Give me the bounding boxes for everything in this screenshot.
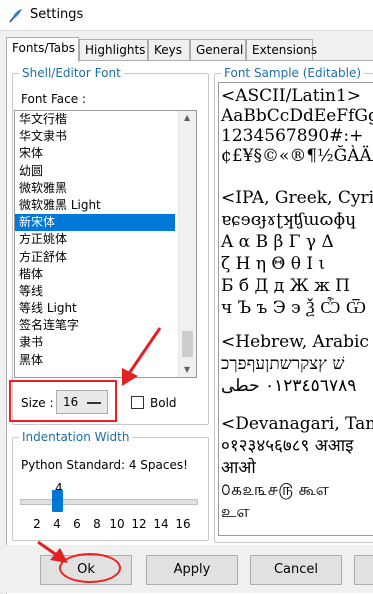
annotation-arrowhead xyxy=(50,548,68,563)
annotation-arrow-line xyxy=(126,327,162,376)
tab-fonts-tabs[interactable]: Fonts/Tabs xyxy=(6,37,79,62)
annotation-arrows xyxy=(37,327,162,563)
annotation-arrow-line xyxy=(37,540,59,558)
